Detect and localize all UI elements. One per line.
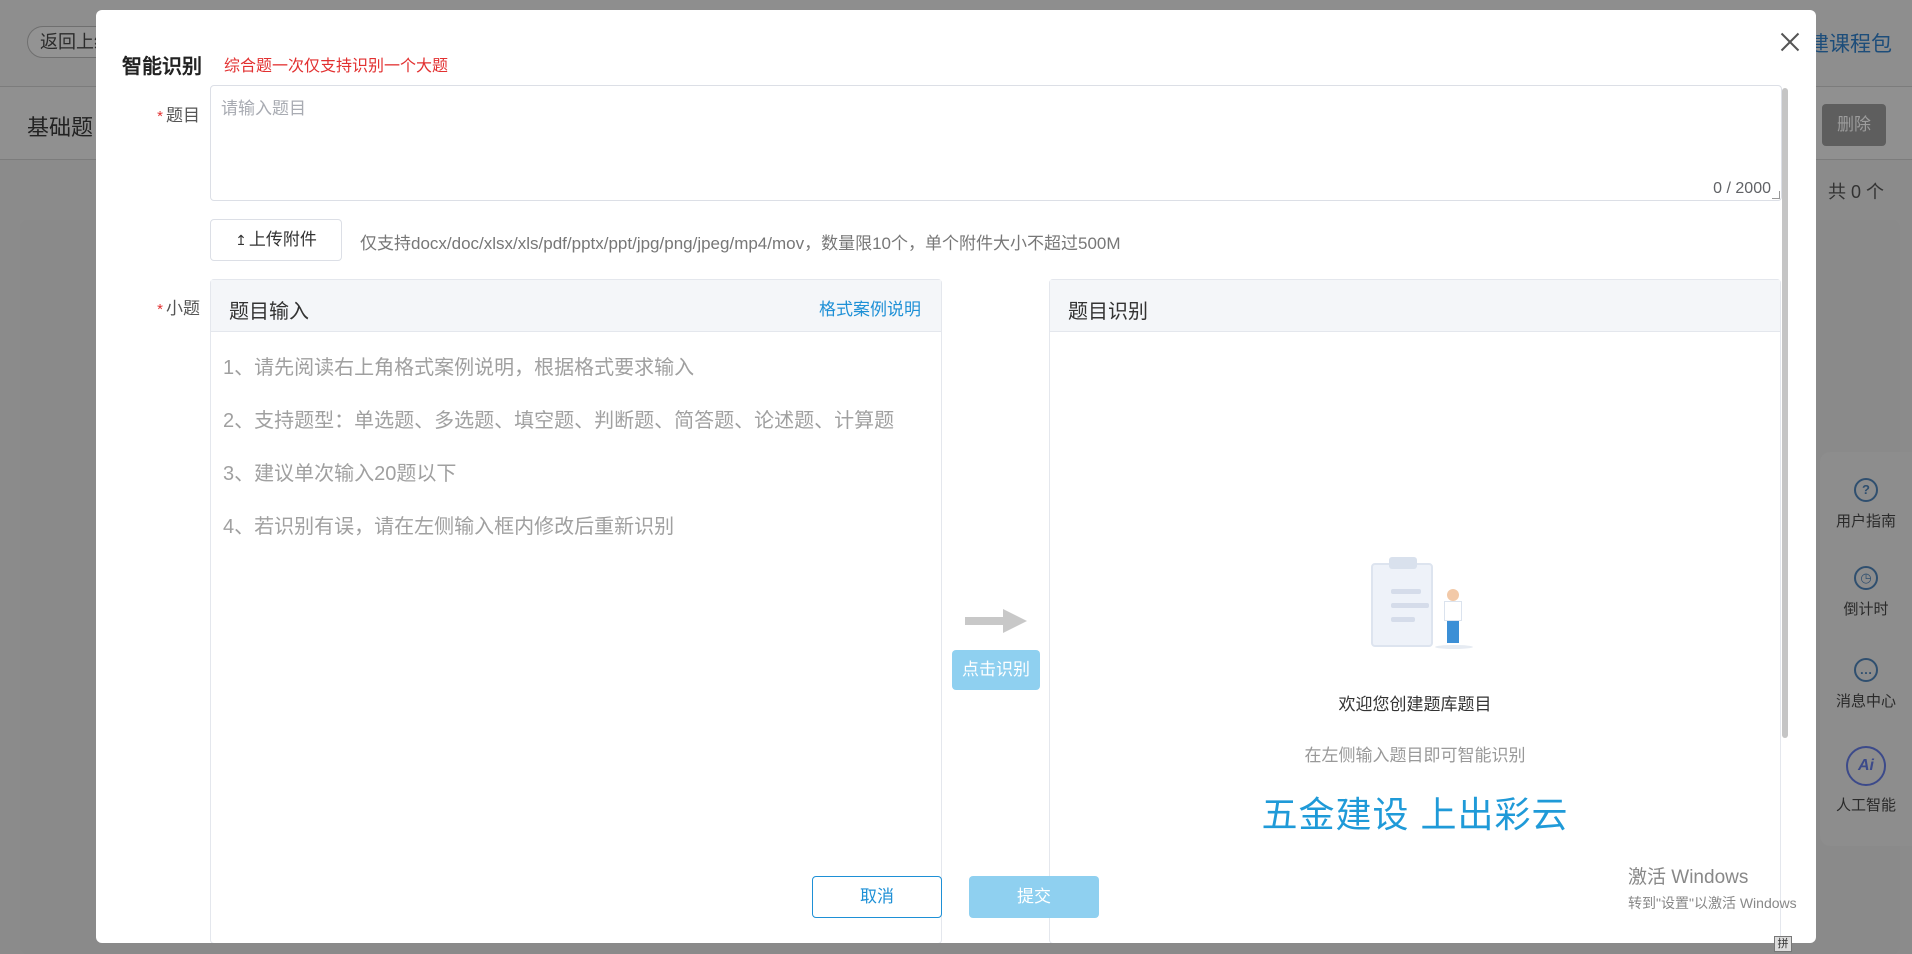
instruction-line: 3、建议单次输入20题以下 <box>223 463 457 485</box>
total-count: 共 0 个 <box>1828 182 1885 202</box>
required-asterisk: * <box>157 301 163 318</box>
alarm-clock-icon: ◷ <box>1854 566 1878 590</box>
upload-attachment-button[interactable]: ↥ 上传附件 <box>210 219 342 261</box>
upload-button-label: 上传附件 <box>248 230 317 249</box>
char-count: 0 / 2000 <box>1713 180 1771 197</box>
instruction-line: 4、若识别有误，请在左侧输入框内修改后重新识别 <box>223 516 675 538</box>
question-input-panel: 题目输入 格式案例说明 1、请先阅读右上角格式案例说明，根据格式要求输入 2、支… <box>210 279 942 943</box>
required-asterisk: * <box>157 108 163 125</box>
ai-badge-icon: Ai <box>1846 746 1886 786</box>
activation-line-2: 转到"设置"以激活 Windows <box>1628 895 1797 911</box>
instruction-line: 1、请先阅读右上角格式案例说明，根据格式要求输入 <box>223 357 695 379</box>
slogan-text: 五金建设 上出彩云 <box>1261 794 1569 835</box>
smart-recognition-dialog: 智能识别 综合题一次仅支持识别一个大题 *题目 0 / 2000 ↥上传附件 仅… <box>96 10 1816 943</box>
right-arrow-icon <box>965 600 1055 640</box>
chat-bubble-icon: … <box>1854 658 1878 682</box>
dialog-title: 智能识别 <box>122 56 202 78</box>
sub-question-label: * 小题 <box>110 294 200 319</box>
side-toolbar: ? 用户指南 ◷ 倒计时 … 消息中心 Ai 人工智能 <box>1820 452 1912 846</box>
windows-activation-watermark: 激活 Windows 转到"设置"以激活 Windows <box>1628 862 1797 913</box>
clipboard-clip <box>1389 557 1417 569</box>
sub-question-label-text: 小题 <box>166 299 200 318</box>
delete-button[interactable]: 删除 <box>1822 104 1886 146</box>
upload-hint: 仅支持docx/doc/xlsx/xls/pdf/pptx/ppt/jpg/pn… <box>360 234 1121 253</box>
dialog-scrollbar[interactable] <box>1782 88 1788 738</box>
upload-icon: ↥ <box>235 232 247 248</box>
tool-label: 用户指南 <box>1835 513 1896 530</box>
tool-label: 消息中心 <box>1835 693 1896 710</box>
tool-label: 人工智能 <box>1835 797 1896 814</box>
activation-line-1: 激活 Windows <box>1628 867 1749 888</box>
question-label-text: 题目 <box>166 106 200 125</box>
format-example-link[interactable]: 格式案例说明 <box>819 295 921 320</box>
instruction-line: 2、支持题型：单选题、多选题、填空题、判断题、简答题、论述题、计算题 <box>223 410 895 432</box>
arrow-shaft <box>965 617 1005 625</box>
person-head <box>1447 589 1459 601</box>
arrow-head <box>1003 609 1027 633</box>
result-panel-header: 题目识别 <box>1050 280 1780 332</box>
tool-label: 倒计时 <box>1843 601 1889 618</box>
tool-user-guide[interactable]: ? 用户指南 <box>1820 478 1912 531</box>
question-input[interactable] <box>211 86 1781 200</box>
welcome-subtext: 在左侧输入题目即可智能识别 <box>1304 746 1526 765</box>
welcome-text: 欢迎您创建题库题目 <box>1338 695 1492 714</box>
person-shadow <box>1435 645 1473 649</box>
question-text-input[interactable]: 1、请先阅读右上角格式案例说明，根据格式要求输入 2、支持题型：单选题、多选题、… <box>211 332 941 564</box>
resize-handle[interactable] <box>1772 191 1780 199</box>
clipboard-line <box>1391 603 1429 608</box>
recognition-result-panel: 题目识别 欢迎您创建题库题目 在左侧输入题目即可智能识别 五金建设 上出彩云 <box>1049 279 1781 943</box>
clipboard-line <box>1391 589 1421 594</box>
clipboard-line <box>1391 617 1415 622</box>
person-legs <box>1447 621 1459 643</box>
dialog-subtitle: 综合题一次仅支持识别一个大题 <box>224 58 449 75</box>
tool-countdown[interactable]: ◷ 倒计时 <box>1820 566 1912 619</box>
person-body <box>1444 601 1462 621</box>
result-panel-title: 题目识别 <box>1068 301 1148 323</box>
empty-state-illustration <box>1363 557 1481 653</box>
input-panel-header: 题目输入 格式案例说明 <box>211 280 941 332</box>
close-icon[interactable] <box>1776 28 1804 56</box>
cancel-button[interactable]: 取消 <box>812 876 942 918</box>
recognize-button[interactable]: 点击识别 <box>952 650 1040 690</box>
course-package-link[interactable]: 建课程包 <box>1808 28 1892 58</box>
submit-button[interactable]: 提交 <box>969 876 1099 918</box>
input-panel-title: 题目输入 <box>229 301 309 323</box>
tool-ai[interactable]: Ai 人工智能 <box>1820 746 1912 815</box>
tool-message-center[interactable]: … 消息中心 <box>1820 658 1912 711</box>
question-label: * 题目 <box>110 101 200 126</box>
clipboard-shape <box>1371 563 1433 647</box>
ime-indicator[interactable]: 拼 <box>1774 936 1792 952</box>
question-circle-icon: ? <box>1854 478 1878 502</box>
question-field: 0 / 2000 <box>210 85 1782 201</box>
page-title: 基础题 <box>27 115 94 140</box>
